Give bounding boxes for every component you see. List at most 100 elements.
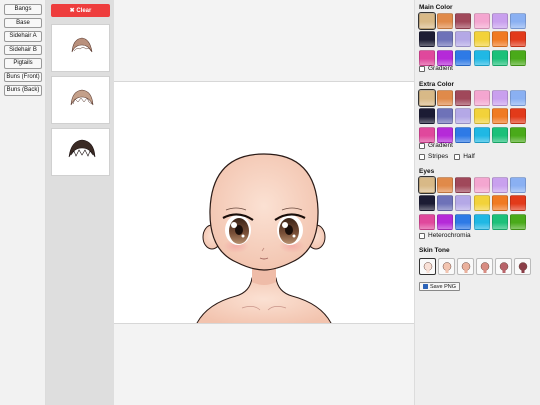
extra-color-swatch[interactable] bbox=[419, 108, 435, 125]
options-panel: Main Color Gradient Extra Color Gradient… bbox=[414, 0, 540, 405]
extra-color-swatch[interactable] bbox=[509, 90, 526, 106]
skin-tone-option[interactable] bbox=[419, 258, 436, 275]
main-color-swatch[interactable] bbox=[491, 49, 508, 66]
eye-color-swatch[interactable] bbox=[473, 213, 490, 230]
heterochromia-checkbox[interactable] bbox=[419, 232, 425, 239]
category-buns-front-button[interactable]: Buns (Front) bbox=[4, 71, 42, 82]
extra-color-swatch[interactable] bbox=[418, 89, 436, 107]
clear-button[interactable]: ✖ Clear bbox=[51, 4, 110, 17]
extra-color-swatch[interactable] bbox=[509, 126, 526, 143]
main-color-swatches bbox=[418, 12, 526, 66]
main-color-swatch[interactable] bbox=[473, 49, 490, 66]
category-base-button[interactable]: Base bbox=[4, 17, 42, 28]
extra-color-swatch[interactable] bbox=[455, 108, 472, 125]
category-pigtails-button[interactable]: Pigtails bbox=[4, 58, 42, 69]
save-png-label: Save PNG bbox=[430, 283, 456, 290]
extra-color-swatch[interactable] bbox=[473, 90, 490, 106]
skin-tone-option[interactable] bbox=[438, 258, 455, 275]
hair-item-2[interactable] bbox=[51, 76, 110, 124]
main-color-swatch[interactable] bbox=[455, 31, 472, 48]
extra-color-swatch[interactable] bbox=[491, 108, 508, 125]
main-color-swatch[interactable] bbox=[509, 49, 526, 66]
hair-item-1[interactable] bbox=[51, 24, 110, 72]
extra-color-swatch[interactable] bbox=[437, 108, 454, 125]
skin-tone-option[interactable] bbox=[476, 258, 493, 275]
eye-color-swatch[interactable] bbox=[491, 213, 508, 230]
skin-tone-option[interactable] bbox=[514, 258, 531, 275]
eye-color-swatch[interactable] bbox=[455, 177, 472, 193]
save-png-button[interactable]: Save PNG bbox=[419, 282, 460, 291]
extra-color-swatch[interactable] bbox=[437, 126, 454, 143]
main-color-swatch[interactable] bbox=[455, 13, 472, 29]
extra-gradient-checkbox[interactable] bbox=[419, 142, 425, 149]
skin-tone-options bbox=[419, 258, 533, 275]
eye-color-swatch[interactable] bbox=[473, 195, 490, 212]
main-gradient-checkbox[interactable] bbox=[419, 65, 425, 72]
category-sidehair-a-button[interactable]: Sidehair A bbox=[4, 31, 42, 42]
eye-color-swatch[interactable] bbox=[509, 213, 526, 230]
eye-color-swatch[interactable] bbox=[437, 195, 454, 212]
skin-tone-title: Skin Tone bbox=[419, 247, 450, 254]
item-list: ✖ Clear bbox=[46, 0, 114, 405]
main-gradient-label: Gradient bbox=[428, 65, 453, 72]
eye-color-swatch[interactable] bbox=[491, 177, 508, 193]
extra-color-swatch[interactable] bbox=[455, 90, 472, 106]
eye-color-swatch[interactable] bbox=[418, 176, 436, 194]
character-canvas[interactable] bbox=[114, 81, 414, 324]
stripes-checkbox[interactable] bbox=[419, 153, 425, 160]
category-bangs-button[interactable]: Bangs bbox=[4, 4, 42, 15]
extra-color-swatch[interactable] bbox=[491, 126, 508, 143]
half-checkbox[interactable] bbox=[454, 153, 461, 160]
eye-color-swatch[interactable] bbox=[437, 177, 454, 193]
extra-color-swatch[interactable] bbox=[419, 126, 435, 143]
heterochromia-row: Heterochromia bbox=[419, 232, 477, 239]
main-color-title: Main Color bbox=[419, 4, 453, 11]
skin-tone-option[interactable] bbox=[457, 258, 474, 275]
main-color-swatch[interactable] bbox=[437, 31, 454, 48]
main-color-swatch[interactable] bbox=[418, 12, 436, 30]
extra-color-swatch[interactable] bbox=[437, 90, 454, 106]
hair-thumbnail-icon bbox=[70, 89, 94, 106]
eye-color-swatch[interactable] bbox=[509, 195, 526, 212]
main-color-swatch[interactable] bbox=[437, 49, 454, 66]
eye-color-swatch[interactable] bbox=[509, 177, 526, 193]
eye-color-swatch[interactable] bbox=[419, 195, 435, 212]
main-color-swatch[interactable] bbox=[437, 13, 454, 29]
skin-tone-option[interactable] bbox=[495, 258, 512, 275]
main-color-swatch[interactable] bbox=[509, 31, 526, 48]
category-buns-back-button[interactable]: Buns (Back) bbox=[4, 85, 42, 96]
main-color-swatch[interactable] bbox=[473, 13, 490, 29]
main-color-swatch[interactable] bbox=[473, 31, 490, 48]
main-color-swatch[interactable] bbox=[455, 49, 472, 66]
extra-color-swatch[interactable] bbox=[455, 126, 472, 143]
main-color-swatch[interactable] bbox=[491, 31, 508, 48]
character-preview-icon bbox=[196, 153, 332, 323]
extra-color-swatch[interactable] bbox=[491, 90, 508, 106]
stage-area bbox=[114, 0, 414, 405]
stripes-half-row: Stripes Half bbox=[419, 153, 481, 160]
main-color-swatch[interactable] bbox=[509, 13, 526, 29]
extra-color-swatch[interactable] bbox=[473, 126, 490, 143]
face-icon bbox=[518, 261, 527, 273]
eye-color-swatch[interactable] bbox=[419, 213, 435, 230]
extra-gradient-row: Gradient bbox=[419, 142, 459, 149]
main-color-swatch[interactable] bbox=[419, 31, 435, 48]
heterochromia-label: Heterochromia bbox=[428, 232, 471, 239]
extra-color-swatch[interactable] bbox=[473, 108, 490, 125]
eye-color-swatch[interactable] bbox=[455, 213, 472, 230]
category-sidehair-b-button[interactable]: Sidehair B bbox=[4, 44, 42, 55]
eye-color-swatch[interactable] bbox=[437, 213, 454, 230]
extra-color-swatch[interactable] bbox=[509, 108, 526, 125]
face-icon bbox=[461, 261, 470, 273]
main-color-swatch[interactable] bbox=[419, 49, 435, 66]
extra-color-title: Extra Color bbox=[419, 81, 455, 88]
eye-color-swatches bbox=[418, 176, 526, 230]
eyes-title: Eyes bbox=[419, 168, 435, 175]
eye-color-swatch[interactable] bbox=[455, 195, 472, 212]
extra-color-swatches bbox=[418, 89, 526, 143]
eye-color-swatch[interactable] bbox=[473, 177, 490, 193]
hair-item-3[interactable] bbox=[51, 128, 110, 176]
main-gradient-row: Gradient bbox=[419, 65, 459, 72]
eye-color-swatch[interactable] bbox=[491, 195, 508, 212]
main-color-swatch[interactable] bbox=[491, 13, 508, 29]
